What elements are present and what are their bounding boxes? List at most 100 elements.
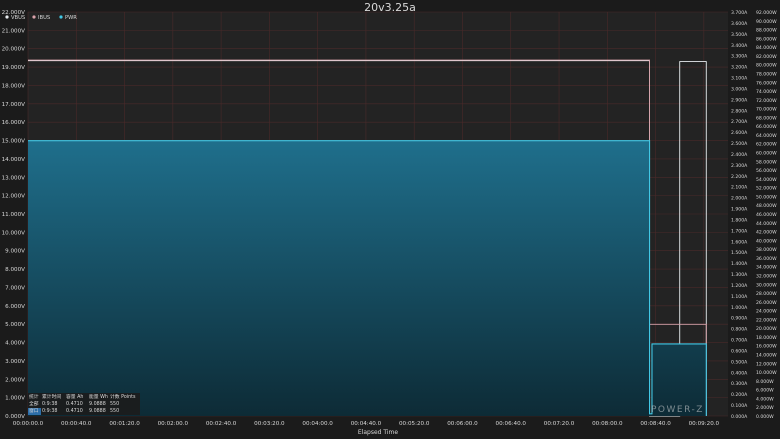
y-tick-label-current: 3.600A <box>731 21 748 27</box>
y-tick-label-current: 0.200A <box>731 392 748 398</box>
y-tick-label-current: 0.500A <box>731 359 748 365</box>
y-tick-label-voltage: 17.000V <box>2 102 26 108</box>
y-tick-label-voltage: 15.000V <box>2 139 26 145</box>
stats-cell: 0:9:38 <box>42 408 57 414</box>
y-tick-label-power: 58.000W <box>756 159 777 165</box>
y-tick-label-voltage: 14.000V <box>2 157 26 163</box>
y-tick-label-current: 3.200A <box>731 65 748 71</box>
y-tick-label-power: 26.000W <box>756 300 777 306</box>
y-tick-label-current: 1.800A <box>731 217 748 223</box>
y-tick-label-voltage: 18.000V <box>2 83 26 89</box>
y-tick-label-current: 2.800A <box>731 108 748 114</box>
y-tick-label-voltage: 5.000V <box>5 322 25 328</box>
y-tick-label-power: 36.000W <box>756 256 777 262</box>
y-tick-label-power: 34.000W <box>756 265 777 271</box>
y-tick-label-power: 76.000W <box>756 80 777 86</box>
y-tick-label-power: 28.000W <box>756 291 777 297</box>
legend-swatch-ibus <box>32 15 36 19</box>
y-tick-label-power: 12.000W <box>756 361 777 367</box>
x-tick-label: 00:06:00.0 <box>447 421 478 427</box>
y-tick-label-voltage: 13.000V <box>2 175 26 181</box>
y-tick-label-current: 2.600A <box>731 130 748 136</box>
y-tick-label-power: 10.000W <box>756 370 777 376</box>
y-tick-label-current: 0.700A <box>731 338 748 344</box>
y-tick-label-current: 1.200A <box>731 283 748 289</box>
y-tick-label-power: 92.000W <box>756 10 777 16</box>
x-tick-label: 00:05:20.0 <box>399 421 430 427</box>
y-tick-label-power: 16.000W <box>756 344 777 350</box>
y-tick-label-voltage: 8.000V <box>5 267 25 273</box>
y-tick-label-current: 3.500A <box>731 32 748 38</box>
y-tick-label-voltage: 4.000V <box>5 341 25 347</box>
y-tick-label-voltage: 0.000V <box>5 414 25 420</box>
y-tick-label-current: 0.400A <box>731 370 748 376</box>
x-tick-label: 00:07:20.0 <box>544 421 575 427</box>
series-area-pwr <box>28 140 707 417</box>
y-tick-label-current: 0.900A <box>731 316 748 322</box>
y-tick-label-power: 56.000W <box>756 168 777 174</box>
stats-cell: 全部 <box>29 400 39 407</box>
x-tick-label: 00:00:00.0 <box>13 421 44 427</box>
y-tick-label-current: 1.600A <box>731 239 748 245</box>
stats-cell: 0:9:38 <box>42 401 57 407</box>
y-tick-label-voltage: 12.000V <box>2 194 26 200</box>
y-tick-label-current: 2.100A <box>731 185 748 191</box>
y-tick-label-power: 22.000W <box>756 317 777 323</box>
y-tick-label-power: 66.000W <box>756 124 777 130</box>
y-tick-label-current: 3.400A <box>731 43 748 49</box>
y-tick-label-power: 2.000W <box>756 405 774 411</box>
y-tick-label-current: 2.700A <box>731 119 748 125</box>
y-tick-label-power: 90.000W <box>756 19 777 25</box>
y-tick-label-voltage: 6.000V <box>5 304 25 310</box>
y-tick-label-power: 4.000W <box>756 396 774 402</box>
y-tick-label-voltage: 19.000V <box>2 65 26 71</box>
x-axis: 00:00:00.0 00:00:40.0 00:01:20.0 00:02:00.0… <box>13 421 720 427</box>
y-tick-label-current: 2.300A <box>731 163 748 169</box>
y-tick-label-power: 40.000W <box>756 238 777 244</box>
stats-table: 统计 累计时间 容量 Ah 能量 Wh 计数 Points 全部 0:9:38 0.4710 9… <box>28 393 140 415</box>
y-tick-label-voltage: 7.000V <box>5 285 25 291</box>
stats-cell: 窗口 <box>29 407 39 414</box>
y-tick-label-voltage: 10.000V <box>2 230 26 236</box>
stats-header: 累计时间 <box>42 393 61 400</box>
y-tick-label-power: 64.000W <box>756 133 777 139</box>
y-tick-label-voltage: 11.000V <box>2 212 26 218</box>
stats-cell: 550 <box>110 401 119 407</box>
y-tick-label-power: 42.000W <box>756 230 777 236</box>
y-tick-label-power: 18.000W <box>756 335 777 341</box>
y-tick-label-current: 0.800A <box>731 327 748 333</box>
y-tick-label-power: 52.000W <box>756 186 777 192</box>
y-tick-label-power: 38.000W <box>756 247 777 253</box>
y-tick-label-current: 2.000A <box>731 196 748 202</box>
x-tick-label: 00:04:00.0 <box>302 421 333 427</box>
y-tick-label-power: 14.000W <box>756 353 777 359</box>
y-tick-label-power: 48.000W <box>756 203 777 209</box>
y-tick-label-power: 88.000W <box>756 28 777 34</box>
y-tick-label-current: 1.100A <box>731 294 748 300</box>
y-tick-label-voltage: 16.000V <box>2 120 26 126</box>
y-tick-label-current: 0.600A <box>731 348 748 354</box>
y-tick-label-current: 1.500A <box>731 250 748 256</box>
y-tick-label-current: 3.300A <box>731 54 748 60</box>
x-tick-label: 00:04:40.0 <box>351 421 382 427</box>
x-tick-label: 00:03:20.0 <box>254 421 285 427</box>
y-tick-label-voltage: 20.000V <box>2 47 26 53</box>
x-tick-label: 00:02:40.0 <box>206 421 237 427</box>
y-tick-label-power: 70.000W <box>756 107 777 113</box>
y-tick-label-power: 6.000W <box>756 388 774 394</box>
y-tick-label-current: 2.500A <box>731 141 748 147</box>
y-tick-label-voltage: 9.000V <box>5 249 25 255</box>
y-tick-label-power: 20.000W <box>756 326 777 332</box>
stats-cell: 0.4710 <box>66 401 83 407</box>
stats-cell: 9.0888 <box>89 408 106 414</box>
y-tick-label-current: 2.400A <box>731 152 748 158</box>
y-tick-label-power: 68.000W <box>756 115 777 121</box>
y-tick-label-power: 84.000W <box>756 45 777 51</box>
y-tick-label-current: 3.000A <box>731 86 748 92</box>
watermark: POWER-Z <box>651 405 704 415</box>
y-tick-label-current: 2.200A <box>731 174 748 180</box>
y-tick-label-power: 72.000W <box>756 98 777 104</box>
x-tick-label: 00:09:20.0 <box>689 421 720 427</box>
x-tick-label: 00:00:40.0 <box>61 421 92 427</box>
chart: 20v3.25a 0.000V1.000V2.000V3.000V4.000V5… <box>0 0 780 439</box>
